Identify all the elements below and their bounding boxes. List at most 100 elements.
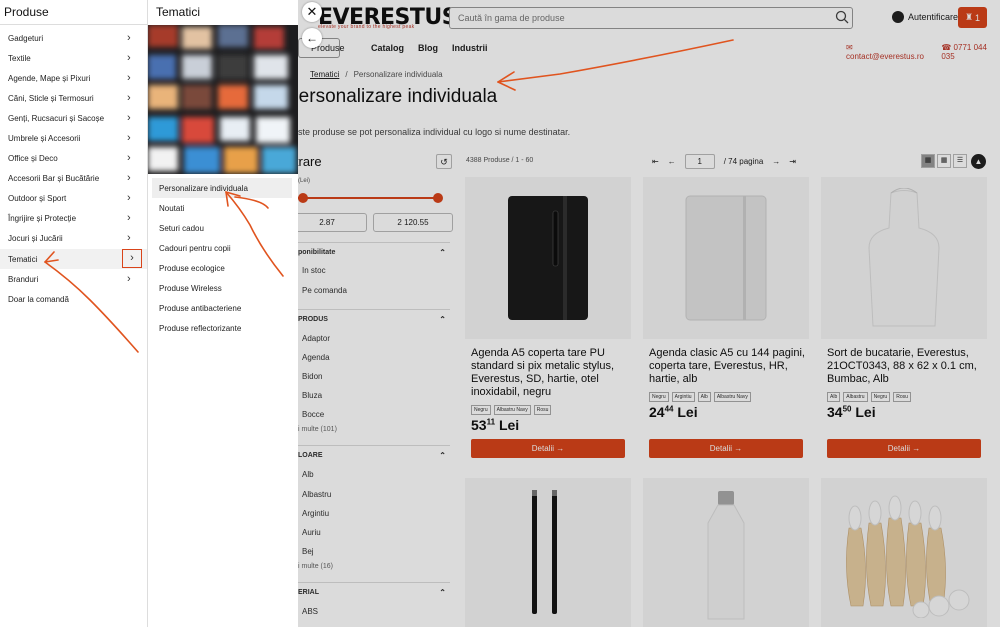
menu-item-bar[interactable]: Accesorii Bar și Bucătărie › xyxy=(0,168,147,188)
color-tag[interactable]: Negru xyxy=(870,392,891,402)
account-login[interactable]: Autentificare xyxy=(892,11,958,23)
prev-page-icon[interactable]: ← xyxy=(668,157,676,166)
filter-option[interactable]: Bej xyxy=(302,547,314,556)
filter-option[interactable]: Bidon xyxy=(302,372,322,381)
product-card[interactable] xyxy=(465,478,631,627)
color-tag[interactable]: Argintiu xyxy=(671,392,695,402)
price-max-input[interactable]: 2 120.55 xyxy=(373,213,453,232)
color-tag[interactable]: Negru xyxy=(649,392,669,402)
filter-option[interactable]: Bluza xyxy=(302,391,322,400)
price-slider-min-handle[interactable] xyxy=(298,193,308,203)
contact-phone[interactable]: ☎ 0771 044 035 xyxy=(941,43,1000,61)
menu-item-comanda[interactable]: Doar la comandă xyxy=(0,289,147,309)
menu-item-office[interactable]: Office și Deco › xyxy=(0,148,147,168)
product-title[interactable]: Agenda A5 coperta tare PU standard si pi… xyxy=(471,347,627,399)
cart-button[interactable]: ♜ 1 xyxy=(958,7,987,28)
price-slider-max-handle[interactable] xyxy=(433,193,443,203)
submenu-item-noutati[interactable]: Noutati xyxy=(152,198,292,218)
list-view-icon[interactable]: ☰ xyxy=(953,154,967,168)
menu-item-cani[interactable]: Căni, Sticle și Termosuri › xyxy=(0,88,147,108)
menu-item-umbrele[interactable]: Umbrele și Accesorii › xyxy=(0,128,147,148)
menu-item-agende[interactable]: Agende, Mape și Pixuri › xyxy=(0,68,147,88)
filter-option[interactable]: Bocce xyxy=(302,410,324,419)
filter-option[interactable]: Argintiu xyxy=(302,509,329,518)
menu-item-tematici[interactable]: Tematici › xyxy=(0,249,147,269)
filter-option[interactable]: In stoc xyxy=(302,266,326,275)
nav-link-catalog[interactable]: Catalog xyxy=(371,43,404,53)
chevron-right-icon[interactable]: › xyxy=(127,132,131,144)
page-number-input[interactable]: 1 xyxy=(684,154,715,169)
menu-item-ingrijire[interactable]: Îngrijire și Protecție › xyxy=(0,208,147,228)
nav-link-blog[interactable]: Blog xyxy=(418,43,438,53)
product-image[interactable] xyxy=(821,478,987,627)
product-title[interactable]: Agenda clasic A5 cu 144 pagini, coperta … xyxy=(649,347,805,386)
product-card[interactable]: Agenda clasic A5 cu 144 pagini, coperta … xyxy=(643,177,809,467)
color-tag[interactable]: Alb xyxy=(697,392,711,402)
color-filter-header[interactable]: LOARE ⌃ xyxy=(298,445,450,460)
color-tag[interactable]: Albastru xyxy=(843,392,868,402)
submenu-item-wireless[interactable]: Produse Wireless xyxy=(152,278,292,298)
chevron-right-icon[interactable]: › xyxy=(127,152,131,164)
material-filter-header[interactable]: ERIAL ⌃ xyxy=(298,582,450,597)
submenu-item-antibacteriene[interactable]: Produse antibacteriene xyxy=(152,298,292,318)
color-tag[interactable]: Albastru Navy xyxy=(713,392,751,402)
product-image[interactable] xyxy=(643,478,809,627)
color-tag[interactable]: Rosu xyxy=(893,392,911,402)
product-card[interactable]: Sort de bucatarie, Everestus, 21OCT0343,… xyxy=(821,177,987,467)
show-more-link[interactable]: i multe (101) xyxy=(298,426,337,433)
product-card[interactable] xyxy=(821,478,987,627)
details-button[interactable]: Detalii → xyxy=(827,439,981,458)
product-card[interactable]: Agenda A5 coperta tare PU standard si pi… xyxy=(465,177,631,467)
arrow-left-icon[interactable]: ← xyxy=(302,28,322,48)
product-filter-header[interactable]: PRODUS ⌃ xyxy=(298,309,450,324)
submenu-banner-image[interactable] xyxy=(148,25,298,174)
product-image[interactable] xyxy=(821,177,987,339)
breadcrumb-link-tematici[interactable]: Tematici xyxy=(310,70,339,79)
chevron-right-icon[interactable]: › xyxy=(127,72,131,84)
show-more-link[interactable]: i multe (16) xyxy=(298,563,333,570)
product-card[interactable] xyxy=(643,478,809,627)
chevron-right-icon[interactable]: › xyxy=(127,32,131,44)
chevron-right-icon[interactable]: › xyxy=(127,273,131,285)
menu-item-genti[interactable]: Genți, Rucsacuri și Sacoșe › xyxy=(0,108,147,128)
submenu-item-cadouri-copii[interactable]: Cadouri pentru copii xyxy=(152,238,292,258)
filter-option[interactable]: Albastru xyxy=(302,490,331,499)
filter-option[interactable]: ABS xyxy=(302,607,318,616)
filter-option[interactable]: Adaptor xyxy=(302,334,330,343)
product-image[interactable] xyxy=(465,177,631,339)
search-input[interactable]: Caută în gama de produse xyxy=(449,7,853,29)
grid-small-icon[interactable]: ▦ xyxy=(937,154,951,168)
menu-item-jocuri[interactable]: Jocuri și Jucării › xyxy=(0,228,147,248)
filter-option[interactable]: Alb xyxy=(302,470,314,479)
filter-option[interactable]: Pe comanda xyxy=(302,286,347,295)
chevron-right-icon[interactable]: › xyxy=(127,192,131,204)
color-tag[interactable]: Alb xyxy=(827,392,841,402)
filter-option[interactable]: Agenda xyxy=(302,353,330,362)
submenu-item-reflectorizante[interactable]: Produse reflectorizante xyxy=(152,318,292,338)
availability-filter-header[interactable]: ponibilitate ⌃ xyxy=(298,242,450,257)
product-title[interactable]: Sort de bucatarie, Everestus, 21OCT0343,… xyxy=(827,347,983,386)
chevron-right-icon[interactable]: › xyxy=(122,249,142,268)
reset-filters-button[interactable]: ↺ xyxy=(436,154,452,169)
chevron-right-icon[interactable]: › xyxy=(127,212,131,224)
chevron-right-icon[interactable]: › xyxy=(127,112,131,124)
color-tag[interactable]: Negru xyxy=(471,405,491,415)
chevron-right-icon[interactable]: › xyxy=(127,172,131,184)
filter-option[interactable]: Auriu xyxy=(302,528,321,537)
grid-large-icon[interactable]: ▦ xyxy=(921,154,935,168)
color-tag[interactable]: Albastru Navy xyxy=(493,405,531,415)
nav-link-industrii[interactable]: Industrii xyxy=(452,43,488,53)
submenu-item-ecologice[interactable]: Produse ecologice xyxy=(152,258,292,278)
menu-item-branduri[interactable]: Branduri › xyxy=(0,269,147,289)
price-min-input[interactable]: 2.87 xyxy=(287,213,367,232)
menu-item-gadgeturi[interactable]: Gadgeturi › xyxy=(0,28,147,48)
product-image[interactable] xyxy=(643,177,809,339)
details-button[interactable]: Detalii → xyxy=(649,439,803,458)
price-slider-track[interactable] xyxy=(298,197,440,199)
fire-icon[interactable]: ▲ xyxy=(971,154,986,169)
menu-item-outdoor[interactable]: Outdoor și Sport › xyxy=(0,188,147,208)
chevron-right-icon[interactable]: › xyxy=(127,92,131,104)
next-page-icon[interactable]: → xyxy=(772,157,780,166)
submenu-item-personalizare[interactable]: Personalizare individuala xyxy=(152,178,292,198)
close-icon[interactable]: ✕ xyxy=(302,2,322,22)
